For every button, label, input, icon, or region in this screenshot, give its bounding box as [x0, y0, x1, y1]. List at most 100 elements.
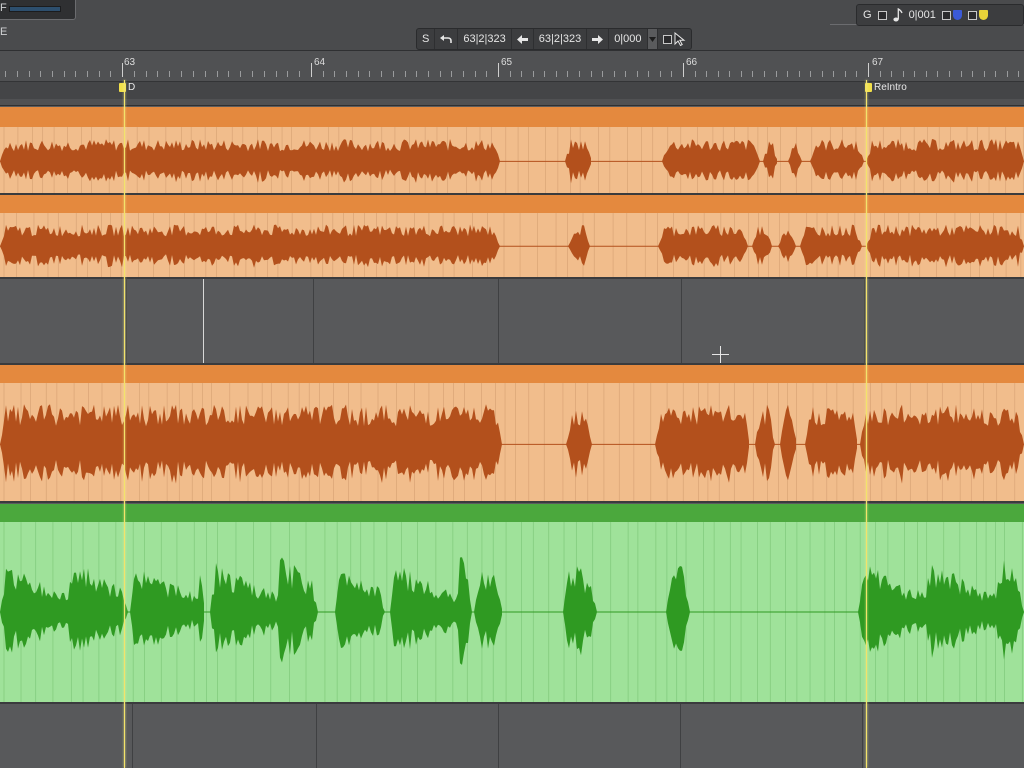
waveform-segment: [210, 557, 318, 663]
tool-dropdown[interactable]: [647, 29, 658, 49]
waveform-segment: [788, 142, 802, 179]
arrow-left-icon: [516, 34, 528, 44]
ruler-minor-tick: [925, 71, 927, 77]
audio-track-4[interactable]: [0, 504, 1024, 702]
chevron-down-icon: [648, 36, 656, 42]
ruler-minor-tick: [251, 71, 253, 77]
ruler-minor-tick: [299, 71, 301, 77]
ruler-minor-tick: [110, 71, 112, 77]
ruler-minor-tick: [346, 71, 348, 77]
audio-waveform: [0, 383, 1024, 501]
ruler-minor-tick: [509, 71, 511, 77]
waveform-segment: [474, 571, 502, 649]
ruler-minor-tick: [856, 71, 858, 77]
ruler-minor-tick: [133, 71, 135, 77]
audio-track-1[interactable]: [0, 107, 1024, 193]
region-header[interactable]: [0, 107, 1024, 127]
waveform-segment: [810, 139, 864, 180]
bar-tick: [498, 63, 499, 77]
bar-grid-line: [680, 704, 681, 768]
audio-track-2[interactable]: [0, 195, 1024, 277]
region-header[interactable]: [0, 504, 1024, 522]
region-header[interactable]: [0, 195, 1024, 213]
ruler-minor-tick: [590, 71, 592, 77]
ruler-minor-tick: [821, 71, 823, 77]
position-counter[interactable]: 0|001: [909, 9, 936, 21]
waveform-segment: [0, 404, 502, 484]
ruler-minor-tick: [995, 71, 997, 77]
region-header[interactable]: [0, 365, 1024, 383]
bar-grid-line: [313, 279, 314, 363]
ruler-minor-tick: [983, 71, 985, 77]
bar-tick: [311, 63, 312, 77]
toggle-box-icon: [967, 10, 977, 20]
locator-back-button[interactable]: [512, 29, 534, 49]
status-toggle-2[interactable]: [941, 10, 962, 20]
arrow-right-icon: [592, 34, 604, 44]
left-locator-field[interactable]: 63|2|323: [458, 29, 512, 49]
ruler-minor-tick: [648, 71, 650, 77]
waveform-segment: [805, 407, 857, 479]
ruler-minor-tick: [636, 71, 638, 77]
edge-glyph-bottom: E: [0, 26, 8, 38]
locator-forward-button[interactable]: [587, 29, 610, 49]
ruler-minor-tick: [40, 71, 42, 77]
bar-ruler[interactable]: 63 64 65 66 67 D ReIntro: [0, 50, 1024, 106]
waveform-segment: [755, 404, 775, 481]
ruler-minor-tick: [625, 71, 627, 77]
bar-tick: [683, 63, 684, 77]
status-cluster: G 0|001: [856, 4, 1024, 26]
ruler-minor-tick: [787, 71, 789, 77]
ruler-minor-tick: [439, 71, 441, 77]
edge-glyph-top: F: [0, 2, 7, 14]
empty-track[interactable]: [0, 704, 1024, 768]
marker-line-d[interactable]: [124, 80, 125, 768]
right-locator-field[interactable]: 63|2|323: [534, 29, 588, 49]
toggle-box-icon: [877, 10, 887, 20]
waveform-segment: [866, 224, 1024, 268]
audio-waveform: [0, 213, 1024, 277]
ruler-minor-tick: [833, 71, 835, 77]
ruler-minor-tick: [216, 71, 218, 77]
ruler-minor-tick: [287, 71, 289, 77]
ruler-minor-tick: [5, 71, 7, 77]
empty-track[interactable]: [0, 279, 1024, 363]
ruler-minor-tick: [416, 71, 418, 77]
pointer-tool-button[interactable]: [658, 29, 691, 49]
marker-line-reintro[interactable]: [866, 80, 867, 768]
global-tracks-button[interactable]: G: [863, 9, 872, 21]
ruler-minor-tick: [275, 71, 277, 77]
marker-reintro[interactable]: ReIntro: [865, 82, 907, 93]
offset-field[interactable]: 0|000: [609, 29, 648, 49]
ruler-minor-tick: [381, 71, 383, 77]
bar-grid-line: [498, 704, 499, 768]
ruler-minor-tick: [879, 71, 881, 77]
ruler-minor-tick: [204, 71, 206, 77]
undo-button[interactable]: [435, 29, 459, 49]
audio-track-3[interactable]: [0, 365, 1024, 501]
waveform-segment: [778, 230, 796, 262]
ruler-minor-tick: [694, 71, 696, 77]
ruler-minor-tick: [404, 71, 406, 77]
snap-mode-button[interactable]: S: [417, 29, 436, 49]
ruler-minor-tick: [844, 71, 846, 77]
status-toggle-1[interactable]: [877, 10, 887, 20]
bar-tick: [868, 63, 869, 77]
level-meter-fragment[interactable]: [0, 0, 76, 20]
ruler-minor-tick: [334, 71, 336, 77]
undo-arrow-icon: [440, 35, 453, 43]
ruler-minor-tick: [752, 71, 754, 77]
ruler-minor-tick: [462, 71, 464, 77]
bar-number-66: 66: [686, 57, 698, 68]
ruler-minor-tick: [972, 71, 974, 77]
marker-d[interactable]: D: [119, 82, 135, 93]
waveform-segment: [860, 404, 1024, 484]
note-button[interactable]: [892, 8, 903, 22]
ruler-minor-tick: [51, 71, 53, 77]
ruler-minor-tick: [798, 71, 800, 77]
status-toggle-3[interactable]: [967, 10, 988, 20]
ruler-minor-tick: [1018, 71, 1020, 77]
ruler-minor-tick: [914, 71, 916, 77]
bar-grid-line: [864, 279, 865, 363]
waveform-segment: [130, 571, 204, 646]
